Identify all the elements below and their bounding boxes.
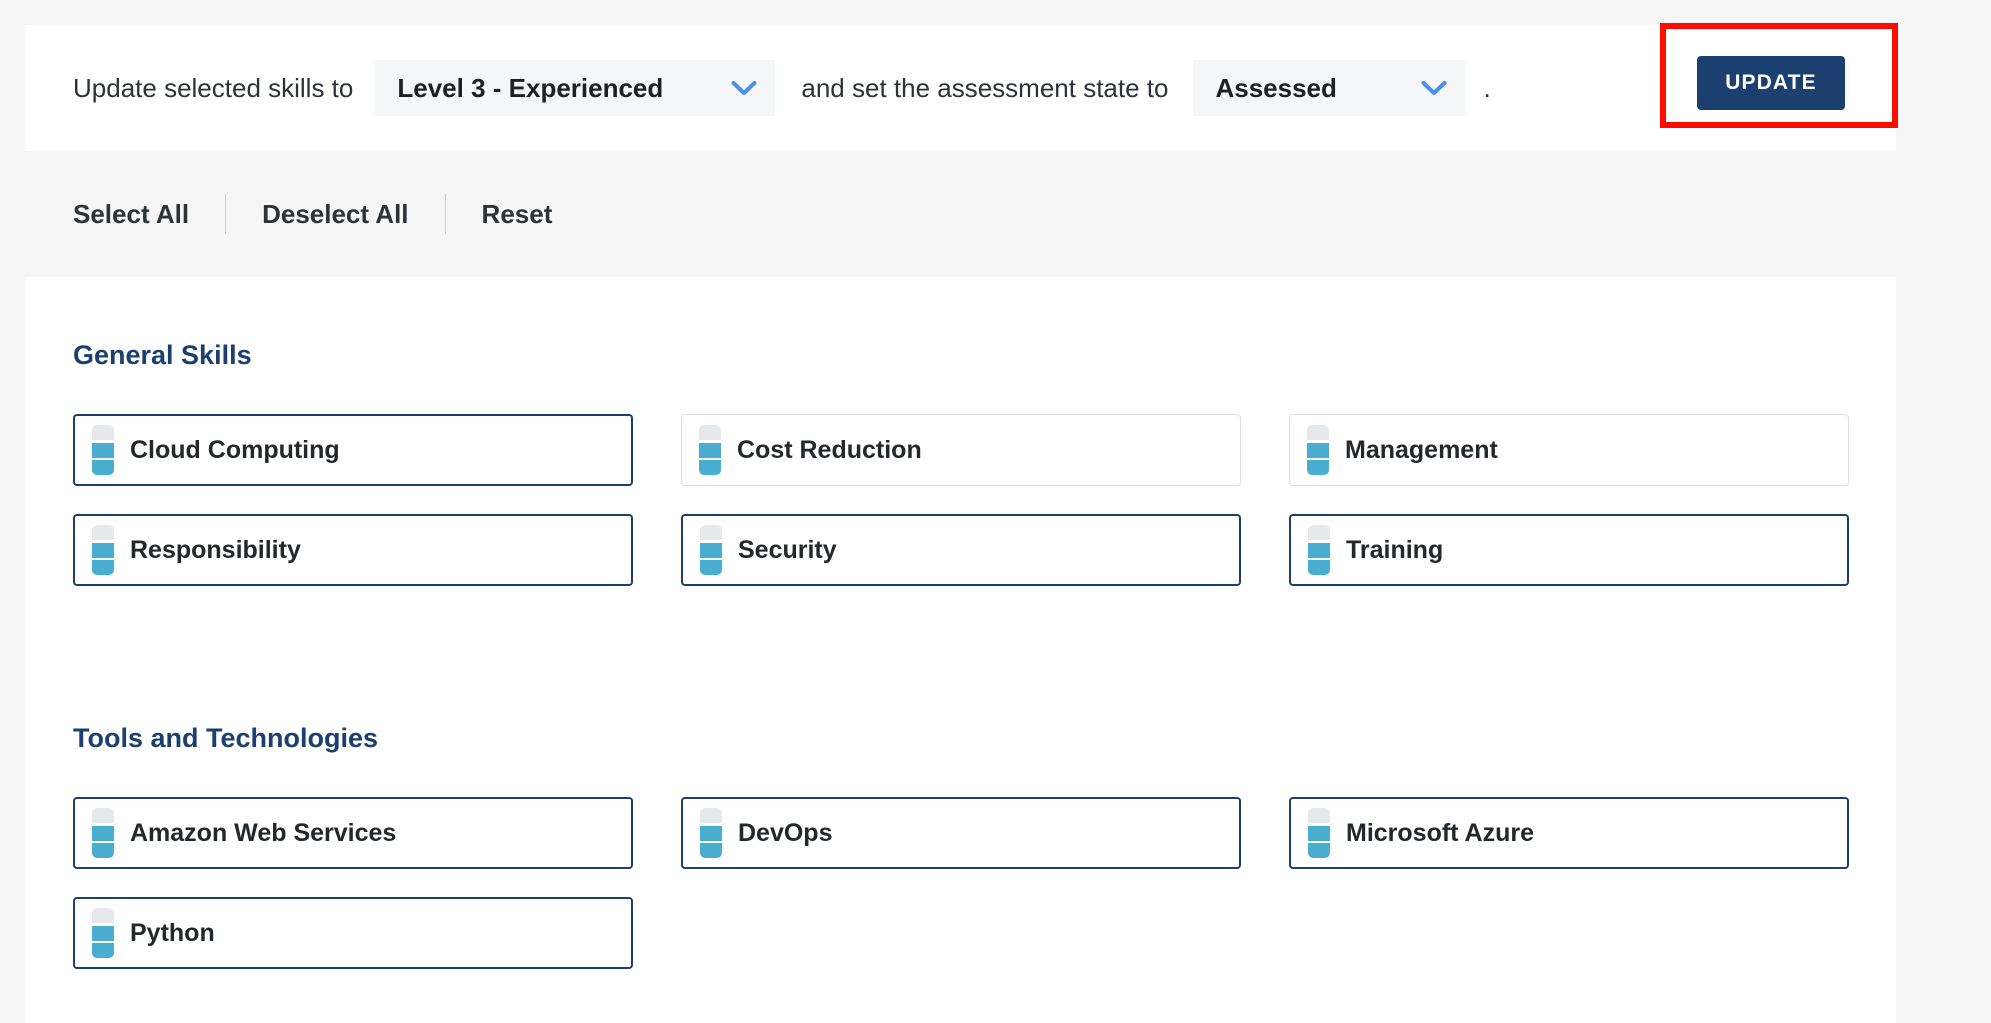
- skill-card-label: Python: [130, 918, 215, 947]
- skill-level-segment: [1308, 525, 1330, 540]
- update-lead-label: Update selected skills to: [73, 72, 354, 103]
- section-title-general-skills: General Skills: [73, 340, 252, 370]
- reset-link[interactable]: Reset: [482, 199, 553, 230]
- skill-level-indicator-icon: [92, 525, 114, 575]
- skill-card[interactable]: Microsoft Azure: [1289, 797, 1849, 869]
- skill-level-segment: [700, 843, 722, 858]
- skill-level-segment: [700, 825, 722, 841]
- section-title-tools-and-technologies: Tools and Technologies: [73, 723, 379, 753]
- select-all-link[interactable]: Select All: [73, 199, 189, 230]
- selection-actions-bar: Select All Deselect All Reset: [25, 151, 1896, 277]
- assessment-state-select-value: Assessed: [1215, 72, 1337, 103]
- skill-card-grid-general: Cloud Computing Cost Reduction Management R…: [73, 414, 1849, 586]
- skill-level-segment: [699, 460, 721, 475]
- skill-level-segment: [92, 425, 114, 440]
- skill-level-segment: [92, 560, 114, 575]
- skill-level-segment: [1308, 808, 1330, 823]
- skill-level-indicator-icon: [1308, 808, 1330, 858]
- skill-card[interactable]: Amazon Web Services: [73, 797, 633, 869]
- skill-level-segment: [1307, 442, 1329, 458]
- skill-card-grid-tools: Amazon Web Services DevOps Microsoft Azure…: [73, 797, 1849, 969]
- skill-level-select-value: Level 3 - Experienced: [397, 72, 664, 103]
- skill-level-segment: [92, 943, 114, 958]
- skill-level-indicator-icon: [92, 908, 114, 958]
- skill-level-indicator-icon: [700, 808, 722, 858]
- skill-card-label: Cloud Computing: [130, 435, 340, 464]
- action-divider: [225, 194, 227, 234]
- skill-level-segment: [92, 460, 114, 475]
- action-divider: [444, 194, 446, 234]
- toolbar-inner: Update selected skills to Level 3 - Expe…: [25, 25, 1896, 151]
- skill-card[interactable]: Cloud Computing: [73, 414, 633, 486]
- skill-level-indicator-icon: [699, 425, 721, 475]
- skill-card[interactable]: Python: [73, 897, 633, 969]
- skill-level-segment: [700, 542, 722, 558]
- skill-card-label: Training: [1346, 535, 1444, 564]
- skill-card-label: Management: [1345, 435, 1498, 464]
- skill-level-segment: [1308, 560, 1330, 575]
- chevron-down-icon: [731, 80, 757, 96]
- skill-card[interactable]: Responsibility: [73, 514, 633, 586]
- skill-level-segment: [1308, 843, 1330, 858]
- skill-level-indicator-icon: [1308, 525, 1330, 575]
- skill-level-segment: [92, 542, 114, 558]
- skill-level-segment: [92, 808, 114, 823]
- assessment-state-label: and set the assessment state to: [801, 72, 1169, 103]
- skill-level-segment: [1308, 542, 1330, 558]
- skill-card[interactable]: Cost Reduction: [681, 414, 1241, 486]
- skill-level-segment: [92, 925, 114, 941]
- skill-card[interactable]: Training: [1289, 514, 1849, 586]
- skill-level-segment: [92, 525, 114, 540]
- skill-level-segment: [1308, 825, 1330, 841]
- skill-level-indicator-icon: [700, 525, 722, 575]
- skill-card-label: Responsibility: [130, 535, 301, 564]
- sentence-period: .: [1483, 72, 1491, 103]
- skill-card[interactable]: DevOps: [681, 797, 1241, 869]
- skill-level-segment: [700, 560, 722, 575]
- update-button[interactable]: UPDATE: [1697, 56, 1845, 110]
- skill-level-segment: [92, 442, 114, 458]
- skill-level-segment: [92, 908, 114, 923]
- skill-card[interactable]: Security: [681, 514, 1241, 586]
- skill-card-label: Amazon Web Services: [130, 818, 397, 847]
- skill-level-segment: [700, 525, 722, 540]
- skill-level-segment: [700, 808, 722, 823]
- skill-card-label: Security: [738, 535, 837, 564]
- skill-level-segment: [699, 442, 721, 458]
- skill-card[interactable]: Management: [1289, 414, 1849, 486]
- skill-level-indicator-icon: [1307, 425, 1329, 475]
- deselect-all-link[interactable]: Deselect All: [262, 199, 408, 230]
- bulk-update-toolbar: Update selected skills to Level 3 - Expe…: [25, 25, 1896, 151]
- chevron-down-icon: [1421, 80, 1447, 96]
- skill-level-segment: [1307, 425, 1329, 440]
- skill-level-segment: [699, 425, 721, 440]
- skill-level-segment: [1307, 460, 1329, 475]
- skill-card-label: DevOps: [738, 818, 833, 847]
- skill-level-segment: [92, 825, 114, 841]
- skill-level-indicator-icon: [92, 808, 114, 858]
- assessment-state-select[interactable]: Assessed: [1193, 60, 1466, 116]
- skill-level-select[interactable]: Level 3 - Experienced: [375, 60, 776, 116]
- skill-level-segment: [92, 843, 114, 858]
- skill-level-indicator-icon: [92, 425, 114, 475]
- skill-card-label: Microsoft Azure: [1346, 818, 1534, 847]
- skill-card-label: Cost Reduction: [737, 435, 922, 464]
